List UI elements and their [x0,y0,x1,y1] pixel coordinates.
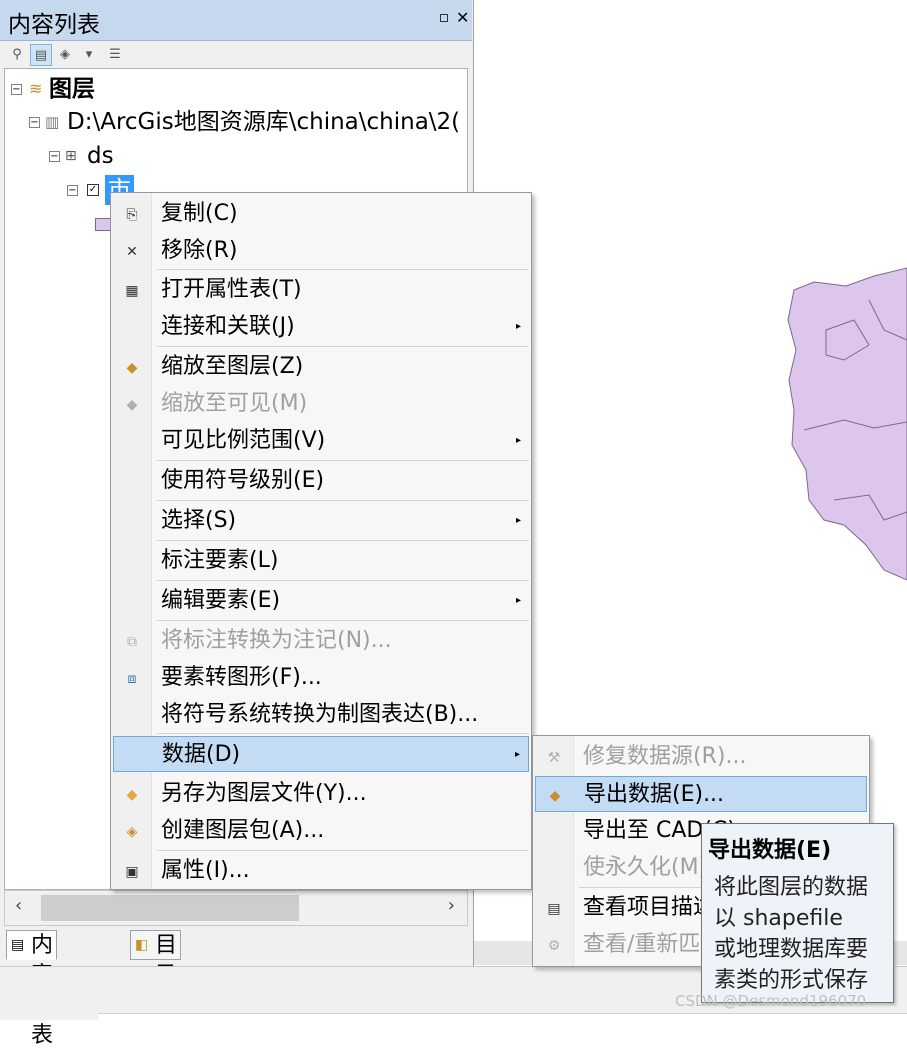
tree-label: ds [87,143,114,169]
menu-separator [157,733,529,734]
pin-icon[interactable] [440,14,448,22]
menu-item-zoom-to-layer[interactable]: ◆ 缩放至图层(Z) [113,349,529,385]
layer-package-icon: ◈ [126,824,138,840]
submenu-arrow-icon: ▸ [515,595,521,606]
menu-separator [157,269,529,270]
tree-label: 图层 [49,76,95,102]
collapse-icon[interactable]: − [67,185,78,196]
menu-separator [157,540,529,541]
tooltip-title: 导出数据(E) [708,838,832,863]
layers-icon: ≋ [29,79,43,98]
menu-item-zoom-to-visible[interactable]: ◆ 缩放至可见(M) [113,386,529,422]
tooltip-line: 以 shapefile [714,906,843,931]
remove-icon: ✕ [126,244,138,260]
options-icon[interactable]: ☰ [104,44,126,66]
menu-item-features-to-graphics[interactable]: ⧈ 要素转图形(F)... [113,660,529,696]
scroll-thumb[interactable] [41,895,299,921]
zoom-layer-icon: ◆ [126,360,138,376]
menu-item-data[interactable]: 数据(D) ▸ [113,736,529,772]
properties-icon: ▣ [125,864,139,880]
database-icon: ▥ [45,113,60,131]
collapse-icon[interactable]: − [49,151,60,162]
submenu-arrow-icon: ▸ [515,435,521,446]
menu-separator [157,850,529,851]
dataset-icon: ⊞ [65,148,77,164]
watermark: CSDN @Desmond196070 [675,992,867,1010]
rematch-icon: ⚙ [547,938,561,954]
horizontal-scrollbar[interactable]: ‹ › [4,890,468,926]
menu-separator [157,460,529,461]
close-icon[interactable]: ✕ [456,8,469,28]
menu-item-edit-features[interactable]: 编辑要素(E) ▸ [113,583,529,619]
submenu-arrow-icon: ▸ [514,749,520,760]
convert-label-icon: ⧉ [127,634,137,650]
tooltip-line: 将此图层的数据 [714,875,869,900]
tooltip-body: 将此图层的数据 以 shapefile 或地理数据库要 素类的形式保存 [714,872,868,996]
submenu-arrow-icon: ▸ [515,321,521,332]
menu-item-joins-relates[interactable]: 连接和关联(J) ▸ [113,309,529,345]
toc-tab-icon: ▤ [11,937,25,953]
toc-title: 内容列表 [8,12,100,38]
menu-item-copy[interactable]: ⎘ 复制(C) [113,196,529,232]
tab-catalog[interactable]: ◧ 目录 [130,930,182,988]
list-by-drawing-order-icon[interactable]: ⚲ [6,44,28,66]
export-data-icon: ◆ [549,788,561,804]
menu-item-save-layer-file[interactable]: ◆ 另存为图层文件(Y)... [113,776,529,812]
collapse-icon[interactable]: − [29,117,40,128]
tree-label: D:\ArcGis地图资源库\china\china\2( [67,109,461,135]
menu-item-label-features[interactable]: 标注要素(L) [113,543,529,579]
table-icon: ▦ [125,283,139,299]
menu-item-remove[interactable]: ✕ 移除(R) [113,233,529,269]
menu-item-convert-symbology[interactable]: 将符号系统转换为制图表达(B)... [113,697,529,733]
submenu-arrow-icon: ▸ [515,515,521,526]
menu-item-convert-labels[interactable]: ⧉ 将标注转换为注记(N)... [113,623,529,659]
layer-file-icon: ◆ [126,787,138,803]
menu-item-properties[interactable]: ▣ 属性(I)... [113,853,529,889]
menu-separator [157,500,529,501]
status-strip [98,1013,907,1021]
tooltip-line: 或地理数据库要 [714,937,869,962]
zoom-visible-icon: ◆ [126,397,138,413]
menu-item-create-layer-package[interactable]: ◈ 创建图层包(A)... [113,813,529,849]
feature-graphic-icon: ⧈ [127,671,137,687]
toc-title-bar: 内容列表 ✕ [0,0,472,41]
menu-item-symbol-levels[interactable]: 使用符号级别(E) [113,463,529,499]
scroll-right-icon[interactable]: › [448,895,455,916]
list-by-visibility-icon[interactable]: ◈ [54,44,76,66]
collapse-icon[interactable]: − [11,84,22,95]
menu-item-visible-scale-range[interactable]: 可见比例范围(V) ▸ [113,423,529,459]
list-by-source-icon[interactable]: ▤ [30,44,52,66]
scroll-left-icon[interactable]: ‹ [15,895,22,916]
copy-icon: ⎘ [126,207,138,223]
catalog-tab-icon: ◧ [135,937,149,953]
menu-separator [157,620,529,621]
layer-context-menu: ⎘ 复制(C) ✕ 移除(R) ▦ 打开属性表(T) 连接和关联(J) ▸ ◆ … [110,192,532,890]
repair-source-icon: ⚒ [547,750,561,766]
tab-toc[interactable]: ▤ 内容列表 [6,930,58,1048]
menu-item-open-attribute-table[interactable]: ▦ 打开属性表(T) [113,272,529,308]
menu-item-export-data[interactable]: ◆ 导出数据(E)... [535,776,867,812]
layer-visibility-checkbox[interactable]: ✓ [87,184,99,196]
menu-item-selection[interactable]: 选择(S) ▸ [113,503,529,539]
menu-item-repair-source[interactable]: ⚒ 修复数据源(R)... [535,739,867,775]
menu-separator [157,346,529,347]
list-by-selection-icon[interactable]: ▾ [78,44,100,66]
item-description-icon: ▤ [547,901,561,917]
export-data-tooltip: 导出数据(E) 将此图层的数据 以 shapefile 或地理数据库要 素类的形… [701,823,894,1003]
menu-separator [157,580,529,581]
